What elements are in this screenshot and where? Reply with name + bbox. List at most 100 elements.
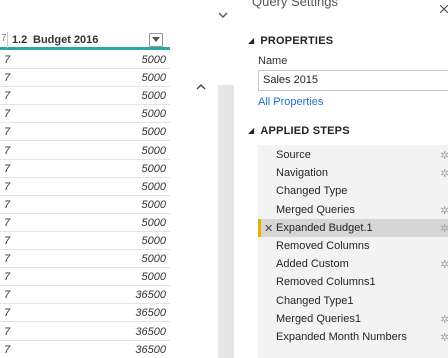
table-row[interactable]: 7 36500 <box>0 286 170 305</box>
applied-step-item[interactable]: Removed Columns <box>258 237 448 255</box>
applied-step-label: Merged Queries1 <box>276 312 361 325</box>
column-filter-dropdown-button[interactable] <box>149 33 163 47</box>
applied-step-item[interactable]: Changed Type <box>258 182 448 200</box>
table-row[interactable]: 7 5000 <box>0 69 170 88</box>
applied-steps-list: Source ✲ Navigation ✲ Changed Type Merged Que… <box>258 145 448 358</box>
column-type-label[interactable]: 1.2 <box>12 34 27 46</box>
close-icon[interactable] <box>439 4 448 14</box>
table-row[interactable]: 7 5000 <box>0 214 170 232</box>
table-row[interactable]: 7 5000 <box>0 232 170 250</box>
budget-2016-cell[interactable]: 36500 <box>135 344 166 356</box>
table-row[interactable]: 7 5000 <box>0 142 170 160</box>
applied-step-item[interactable]: Added Custom ✲ <box>258 255 448 273</box>
gear-icon[interactable]: ✲ <box>440 204 448 217</box>
previous-column-cell[interactable]: 7 <box>4 181 10 193</box>
applied-step-label: Source <box>276 149 311 161</box>
previous-column-cell[interactable]: 7 <box>4 326 10 338</box>
applied-step-item[interactable]: Merged Queries ✲ <box>258 201 448 219</box>
budget-2016-cell[interactable]: 5000 <box>142 72 166 84</box>
all-properties-link[interactable]: All Properties <box>258 96 323 108</box>
table-row[interactable]: 7 36500 <box>0 341 170 358</box>
previous-column-cell[interactable]: 7 <box>4 253 10 265</box>
gear-icon[interactable]: ✲ <box>440 167 448 180</box>
applied-steps-section-header[interactable]: ◢ APPLIED STEPS <box>248 125 350 137</box>
applied-step-item[interactable]: Source ✲ <box>258 146 448 164</box>
query-name-input[interactable]: Sales 2015 <box>258 70 448 91</box>
applied-steps-heading: APPLIED STEPS <box>260 125 350 137</box>
gear-icon[interactable]: ✲ <box>440 331 448 344</box>
table-row[interactable]: 7 36500 <box>0 304 170 323</box>
applied-step-label: Merged Queries <box>276 203 355 216</box>
chevron-down-icon[interactable] <box>216 8 230 22</box>
applied-step-item[interactable]: Merged Queries1 ✲ <box>258 310 448 328</box>
gear-icon[interactable]: ✲ <box>440 222 448 235</box>
budget-2016-cell[interactable]: 5000 <box>142 108 166 120</box>
previous-column-header-edge[interactable]: 7 <box>0 32 8 48</box>
previous-column-cell[interactable]: 7 <box>4 126 10 138</box>
applied-step-item[interactable]: Removed Columns1 <box>258 273 448 291</box>
gear-icon[interactable]: ✲ <box>440 313 448 326</box>
previous-column-cell[interactable]: 7 <box>4 72 10 84</box>
table-row[interactable]: 7 5000 <box>0 123 170 142</box>
previous-column-cell[interactable]: 7 <box>4 271 10 283</box>
budget-2016-cell[interactable]: 5000 <box>142 163 166 175</box>
previous-column-cell[interactable]: 7 <box>4 289 10 301</box>
budget-2016-cell[interactable]: 5000 <box>142 235 166 247</box>
gear-icon[interactable]: ✲ <box>440 149 448 162</box>
budget-2016-cell[interactable]: 5000 <box>142 90 166 102</box>
budget-2016-cell[interactable]: 5000 <box>142 145 166 157</box>
previous-column-cell[interactable]: 7 <box>4 108 10 120</box>
previous-column-cell[interactable]: 7 <box>4 199 10 211</box>
table-row[interactable]: 7 5000 <box>0 87 170 106</box>
budget-2016-cell[interactable]: 5000 <box>142 217 166 229</box>
column-header-budget-2016[interactable]: 7 1.2 Budget 2016 <box>0 30 170 50</box>
previous-column-cell[interactable]: 7 <box>4 54 10 66</box>
table-row[interactable]: 7 5000 <box>0 268 170 287</box>
budget-2016-cell[interactable]: 5000 <box>142 126 166 138</box>
selected-step-marker <box>258 218 261 237</box>
close-icon[interactable]: ✕ <box>264 222 273 235</box>
gear-icon[interactable]: ✲ <box>440 258 448 271</box>
previous-column-cell[interactable]: 7 <box>4 145 10 157</box>
query-settings-title: Query Settings <box>252 0 338 9</box>
vertical-scrollbar[interactable] <box>218 85 234 358</box>
table-row[interactable]: 7 5000 <box>0 250 170 269</box>
table-row[interactable]: 7 36500 <box>0 323 170 341</box>
budget-2016-cell[interactable]: 36500 <box>135 307 166 319</box>
applied-step-item[interactable]: ✕ Expanded Budget.1 ✲ <box>258 218 448 237</box>
budget-2016-cell[interactable]: 5000 <box>142 271 166 283</box>
applied-step-label: Changed Type1 <box>276 294 354 307</box>
table-row[interactable]: 7 5000 <box>0 51 170 69</box>
applied-step-label: Removed Columns1 <box>276 276 376 289</box>
budget-2016-cell[interactable]: 36500 <box>135 326 166 338</box>
previous-column-cell[interactable]: 7 <box>4 344 10 356</box>
column-header-label[interactable]: Budget 2016 <box>33 34 98 46</box>
table-row[interactable]: 7 5000 <box>0 196 170 214</box>
table-row[interactable]: 7 5000 <box>0 105 170 124</box>
previous-column-cell[interactable]: 7 <box>4 307 10 319</box>
applied-step-item[interactable]: Expanded Month Numbers ✲ <box>258 328 448 346</box>
applied-step-label: Removed Columns <box>276 240 370 252</box>
applied-step-item[interactable]: Navigation ✲ <box>258 164 448 182</box>
previous-column-cell[interactable]: 7 <box>4 163 10 175</box>
table-row[interactable]: 7 5000 <box>0 178 170 196</box>
budget-2016-cell[interactable]: 5000 <box>142 54 166 66</box>
budget-2016-cell[interactable]: 5000 <box>142 181 166 193</box>
budget-2016-cell[interactable]: 36500 <box>135 289 166 301</box>
previous-column-cell[interactable]: 7 <box>4 217 10 229</box>
properties-heading: PROPERTIES <box>260 35 334 47</box>
collapse-triangle-icon[interactable]: ◢ <box>248 126 254 135</box>
budget-2016-cell[interactable]: 5000 <box>142 253 166 265</box>
budget-2016-cell[interactable]: 5000 <box>142 199 166 211</box>
applied-step-label: Navigation <box>276 167 328 180</box>
applied-step-item[interactable]: Changed Type1 <box>258 292 448 310</box>
previous-column-cell[interactable]: 7 <box>4 235 10 247</box>
table-row[interactable]: 7 5000 <box>0 160 170 178</box>
properties-section-header[interactable]: ◢ PROPERTIES <box>248 35 333 47</box>
applied-step-label: Expanded Budget.1 <box>276 221 373 234</box>
applied-step-label: Changed Type <box>276 185 348 198</box>
chevron-up-icon[interactable] <box>194 80 208 94</box>
data-grid: 7 1.2 Budget 2016 7 5000 7 5000 7 5000 7 5000 7 5… <box>0 0 234 358</box>
previous-column-cell[interactable]: 7 <box>4 90 10 102</box>
collapse-triangle-icon[interactable]: ◢ <box>248 36 254 45</box>
